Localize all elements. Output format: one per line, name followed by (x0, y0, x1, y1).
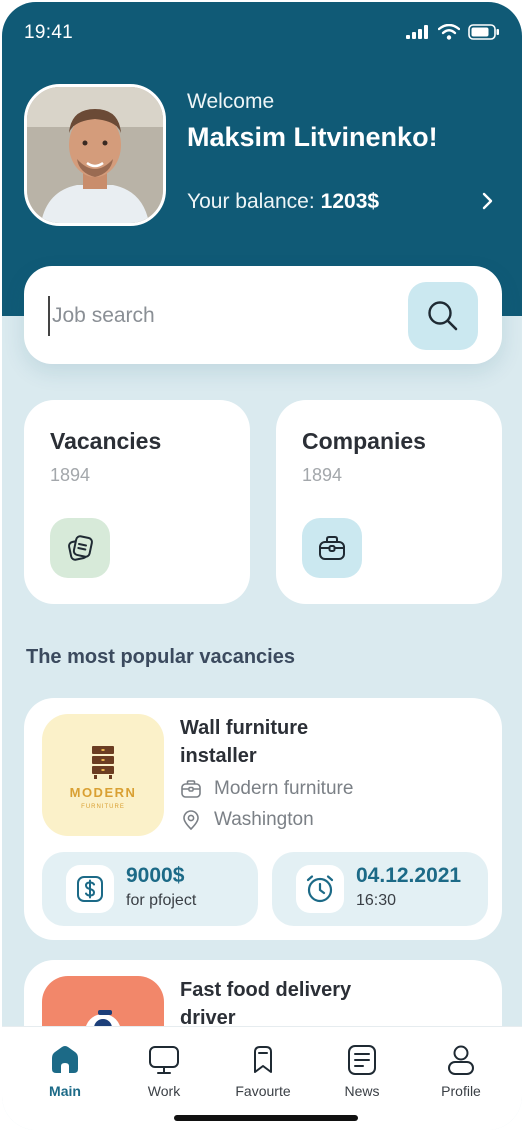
tab-news[interactable]: News (317, 1043, 407, 1099)
tab-main[interactable]: Main (20, 1043, 110, 1099)
vacancies-stack-icon (68, 535, 93, 561)
status-bar: 19:41 (2, 2, 522, 62)
status-icons (406, 24, 500, 40)
logo-text: MODERN (70, 785, 137, 800)
job-title: Wall furniture installer (180, 717, 309, 767)
tab-label: News (344, 1083, 380, 1099)
companies-card[interactable]: Companies 1894 (276, 400, 502, 604)
search-input[interactable] (48, 296, 388, 336)
balance-row[interactable]: Your balance: 1203$ (187, 187, 499, 217)
vacancies-card[interactable]: Vacancies 1894 (24, 400, 250, 604)
tab-bar: Main Work Favourte News Profile (2, 1026, 522, 1130)
welcome-text: Welcome (187, 90, 275, 113)
cellular-signal-icon (406, 25, 428, 39)
monitor-icon (149, 1046, 179, 1074)
briefcase-icon (319, 536, 345, 560)
status-time: 19:41 (24, 22, 74, 43)
company-logo: MODERN FURNITURE (42, 714, 164, 836)
section-title: The most popular vacancies (26, 646, 295, 668)
job-price-note: for pfoject (126, 892, 197, 909)
user-name: Maksim Litvinenko! (187, 122, 438, 152)
logo-subtext: FURNITURE (81, 804, 125, 810)
job-card[interactable]: MODERN FURNITURE Wall furniture installe… (24, 698, 502, 940)
news-icon (348, 1045, 376, 1075)
tab-label: Work (147, 1083, 181, 1099)
companies-title: Companies (302, 428, 426, 454)
home-icon (52, 1046, 78, 1073)
home-indicator (174, 1115, 358, 1121)
companies-count: 1894 (302, 465, 343, 485)
balance-value: 1203$ (320, 190, 380, 213)
tab-work[interactable]: Work (119, 1043, 209, 1099)
tab-label: Main (49, 1083, 81, 1099)
wifi-icon (438, 24, 460, 40)
bookmark-icon (254, 1046, 272, 1073)
dollar-icon (77, 876, 103, 902)
search-bar (24, 266, 502, 364)
chevron-right-icon[interactable] (481, 191, 495, 211)
vacancies-title: Vacancies (50, 428, 162, 454)
tab-favourite[interactable]: Favourte (218, 1043, 308, 1099)
location-pin-icon (183, 810, 199, 831)
vacancies-count: 1894 (50, 465, 91, 485)
job-company: Modern furniture (214, 778, 354, 799)
job-company-row: Modern furniture (180, 778, 353, 800)
price-pill: 9000$ for pfoject (42, 852, 258, 926)
price-icon-tile (66, 865, 114, 913)
job-title: Fast food delivery driver (180, 979, 352, 1029)
search-button[interactable] (408, 282, 478, 350)
tab-label: Profile (441, 1083, 481, 1099)
job-location: Washington (214, 809, 314, 830)
date-pill: 04.12.2021 16:30 (272, 852, 488, 926)
profile-icon (448, 1045, 474, 1075)
tab-profile[interactable]: Profile (416, 1043, 506, 1099)
furniture-logo-icon: MODERN FURNITURE (70, 746, 137, 810)
job-location-row: Washington (180, 809, 314, 831)
alarm-clock-icon (306, 875, 334, 903)
tab-label: Favourte (235, 1083, 291, 1099)
briefcase-small-icon (181, 780, 201, 798)
app-screen: 19:41 Welcome Maksim Litvinenko! Your ba… (2, 2, 522, 1130)
user-photo (27, 87, 163, 223)
search-icon (428, 301, 458, 331)
job-date: 04.12.2021 (356, 864, 462, 887)
job-price: 9000$ (126, 864, 185, 887)
avatar[interactable] (24, 84, 166, 226)
balance-label: Your balance: (187, 190, 315, 213)
battery-icon (468, 24, 499, 40)
vacancies-icon-tile (50, 518, 110, 578)
job-time: 16:30 (356, 892, 397, 909)
companies-icon-tile (302, 518, 362, 578)
date-icon-tile (296, 865, 344, 913)
